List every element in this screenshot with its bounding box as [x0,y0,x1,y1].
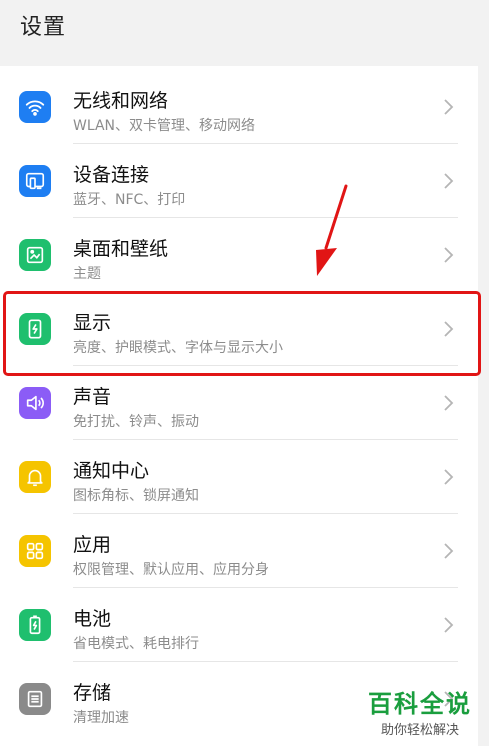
item-title: 声音 [73,386,112,408]
item-subtitle: 免打扰、铃声、振动 [73,414,199,430]
item-title: 通知中心 [73,460,150,482]
item-title: 电池 [73,608,112,630]
page-title: 设置 [20,15,67,40]
watermark-subtitle: 助你轻松解决 [380,723,459,738]
item-subtitle: 图标角标、锁屏通知 [73,488,199,504]
settings-item-device-connection[interactable]: 设备连接 蓝牙、NFC、打印 [0,144,478,218]
item-title: 应用 [73,534,112,556]
sound-icon [19,387,51,419]
settings-item-battery[interactable]: 电池 省电模式、耗电排行 [0,588,478,662]
item-subtitle: 省电模式、耗电排行 [73,636,199,652]
watermark: 百科全说 助你轻松解决 [360,684,480,738]
settings-item-notification-center[interactable]: 通知中心 图标角标、锁屏通知 [0,440,478,514]
chevron-right-icon [444,395,454,411]
chevron-right-icon [444,99,454,115]
chevron-right-icon [444,543,454,559]
item-title: 无线和网络 [73,90,169,112]
item-subtitle: 权限管理、默认应用、应用分身 [73,562,269,578]
item-subtitle: 主题 [73,266,101,282]
bell-icon [19,461,51,493]
settings-list: 无线和网络 WLAN、双卡管理、移动网络 设备连接 蓝牙、NFC、打印 桌面和壁… [0,66,478,746]
item-subtitle: WLAN、双卡管理、移动网络 [73,118,256,134]
wallpaper-icon [19,239,51,271]
device-connect-icon [19,165,51,197]
chevron-right-icon [444,617,454,633]
settings-item-apps[interactable]: 应用 权限管理、默认应用、应用分身 [0,514,478,588]
watermark-title: 百科全说 [368,690,472,718]
settings-header: 设置 [0,0,478,54]
chevron-right-icon [444,469,454,485]
settings-item-sound[interactable]: 声音 免打扰、铃声、振动 [0,366,478,440]
chevron-right-icon [444,173,454,189]
item-subtitle: 蓝牙、NFC、打印 [73,192,186,208]
item-subtitle: 清理加速 [73,710,129,726]
battery-icon [19,609,51,641]
storage-icon [19,683,51,715]
item-title: 存储 [73,682,112,704]
settings-item-wireless-network[interactable]: 无线和网络 WLAN、双卡管理、移动网络 [0,70,478,144]
item-title: 桌面和壁纸 [73,238,169,260]
settings-item-desktop-wallpaper[interactable]: 桌面和壁纸 主题 [0,218,478,292]
chevron-right-icon [444,247,454,263]
wifi-icon [19,91,51,123]
item-title: 设备连接 [73,164,150,186]
apps-grid-icon [19,535,51,567]
display-highlight-box [3,291,481,376]
